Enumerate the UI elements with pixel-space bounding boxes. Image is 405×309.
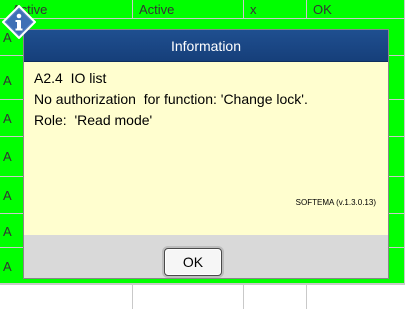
table-header-row: Active Active x OK: [0, 0, 405, 19]
cell-text: A: [3, 188, 12, 203]
table-empty-row: [0, 284, 405, 309]
dialog-title-bar[interactable]: Information: [24, 30, 388, 62]
cell-text: Active: [139, 2, 175, 17]
cell-text: A: [3, 111, 12, 126]
info-diamond-icon: [2, 5, 36, 39]
dialog-title: Information: [170, 38, 242, 54]
ok-button[interactable]: OK: [164, 248, 222, 276]
information-dialog: Information A2.4 IO list No authorizatio…: [24, 30, 388, 278]
table-cell: Active: [133, 0, 244, 19]
message-line-module: A2.4 IO list: [34, 70, 107, 86]
table-cell: x: [244, 0, 307, 19]
cell-text: A: [3, 73, 12, 88]
dialog-footer: OK: [24, 235, 388, 278]
cell-text: OK: [313, 2, 332, 17]
cell-text: x: [250, 2, 257, 17]
message-line-role: Role: 'Read mode': [34, 112, 153, 128]
message-line-authorization: No authorization for function: 'Change l…: [34, 91, 308, 107]
cell-text: A: [3, 149, 12, 164]
cell-text: A: [3, 224, 12, 239]
cell-text: A: [3, 259, 12, 274]
table-cell: OK: [307, 0, 405, 19]
version-label: SOFTEMA (v.1.3.0.13): [295, 198, 376, 207]
dialog-message: A2.4 IO list No authorization for functi…: [34, 68, 378, 131]
